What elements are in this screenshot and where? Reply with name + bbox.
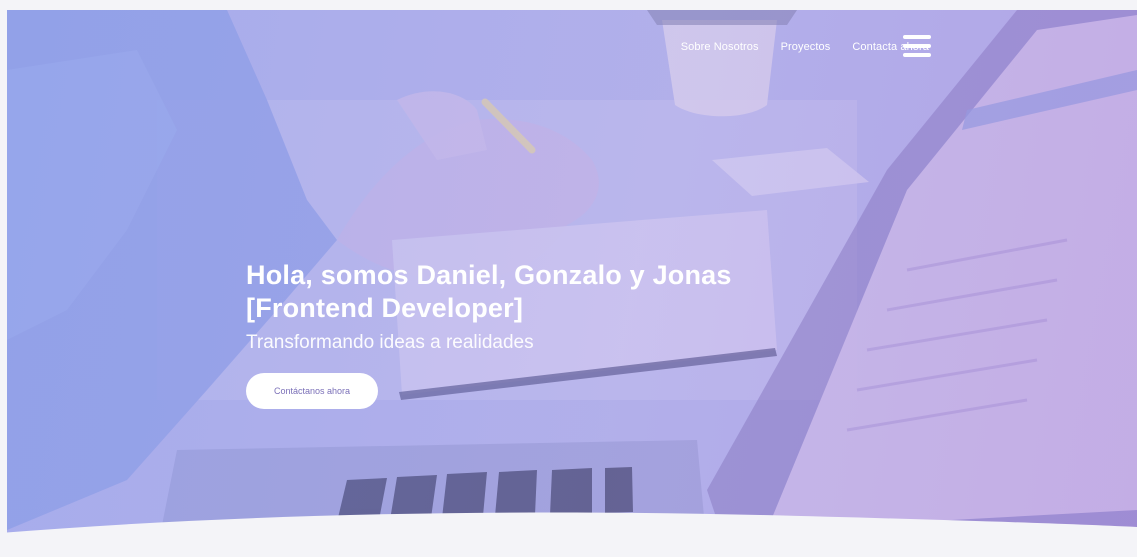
hero-section: Sobre Nosotros Proyectos Contacta ahora … <box>7 10 1137 550</box>
hero-headline-line1: Hola, somos Daniel, Gonzalo y Jonas <box>246 260 732 290</box>
nav-link-sobre-nosotros[interactable]: Sobre Nosotros <box>681 32 759 62</box>
hero-headline: Hola, somos Daniel, Gonzalo y Jonas [Fro… <box>246 259 866 325</box>
landing-page: Sobre Nosotros Proyectos Contacta ahora … <box>0 0 1137 557</box>
hero-text-block: Hola, somos Daniel, Gonzalo y Jonas [Fro… <box>246 259 866 355</box>
hero-bottom-wave <box>0 512 1137 557</box>
hero-headline-line2: [Frontend Developer] <box>246 293 524 323</box>
contact-us-button[interactable]: Contáctanos ahora <box>246 373 378 409</box>
hero-subtitle: Transformando ideas a realidades <box>246 332 534 353</box>
nav-link-proyectos[interactable]: Proyectos <box>781 32 831 62</box>
hamburger-menu-icon[interactable] <box>903 35 931 59</box>
top-navigation: Sobre Nosotros Proyectos Contacta ahora <box>659 32 929 62</box>
